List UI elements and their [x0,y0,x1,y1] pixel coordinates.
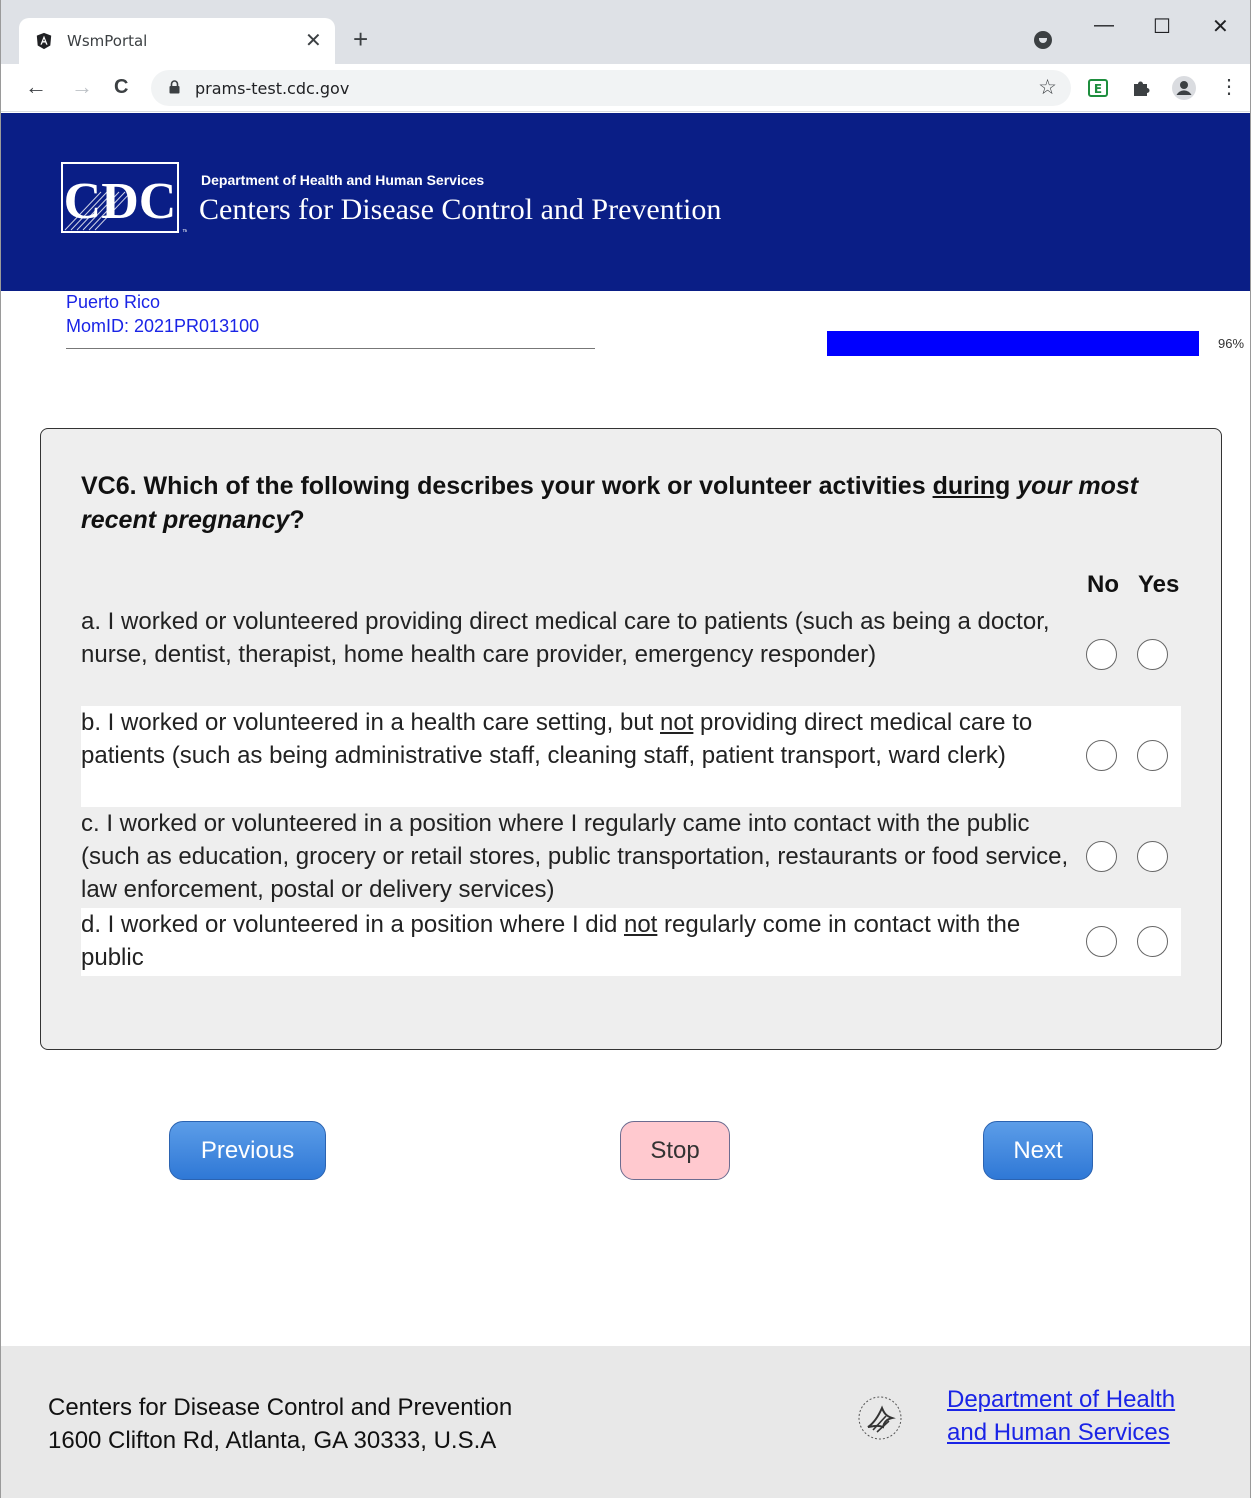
radio-c-no[interactable] [1086,841,1117,872]
profile-icon[interactable] [1171,75,1197,101]
svg-text:E: E [1094,82,1102,96]
cdc-banner: CDC ™ Department of Health and Human Ser… [1,113,1250,291]
tab-wsmportal[interactable]: WsmPortal ✕ [19,18,335,64]
state-name: Puerto Rico [66,292,161,312]
star-icon[interactable]: ☆ [1038,75,1057,100]
hhs-eagle-icon [858,1396,902,1440]
browser-window: WsmPortal ✕ + — ☐ ✕ ← → C prams-test.cdc… [0,0,1251,1498]
mom-id: MomID: 2021PR013100 [66,316,260,336]
answer-text-a: a. I worked or volunteered providing dir… [81,608,1050,668]
close-window-button[interactable]: ✕ [1212,14,1229,39]
footer-address: 1600 Clifton Rd, Atlanta, GA 30333, U.S.… [48,1427,497,1454]
address-bar[interactable]: prams-test.cdc.gov ☆ [151,70,1071,106]
column-header-yes: Yes [1138,571,1180,598]
answer-text-d: d. I worked or volunteered in a position… [81,911,1021,971]
lock-icon [169,80,180,94]
url-text: prams-test.cdc.gov [195,79,350,98]
cdc-logo: CDC ™ [61,162,187,236]
answer-row-a: a. I worked or volunteered providing dir… [81,605,1181,706]
tab-title: WsmPortal [67,32,148,50]
reload-button[interactable]: C [114,76,128,99]
progress-bar [827,331,1215,356]
cdc-logo-text: CDC [64,173,177,230]
question-end: ? [289,506,305,534]
hhs-link-line1[interactable]: Department of Health [947,1386,1175,1414]
tab-close-icon[interactable]: ✕ [305,28,322,53]
angular-favicon-icon [36,32,52,50]
dept-small-heading: Department of Health and Human Services [201,172,485,188]
question-lead: VC6. Which of the following describes yo… [81,472,926,500]
excel-extension-icon[interactable]: E [1088,78,1108,98]
radio-c-yes[interactable] [1137,841,1168,872]
browser-toolbar: ← → C prams-test.cdc.gov ☆ E ⋮ [1,64,1250,112]
progress-fill [827,331,1200,356]
radio-d-no[interactable] [1086,926,1117,957]
svg-text:™: ™ [182,229,187,236]
answer-row-c: c. I worked or volunteered in a position… [81,807,1181,908]
hhs-link-line2[interactable]: and Human Services [947,1419,1170,1447]
page-footer: Centers for Disease Control and Preventi… [1,1346,1250,1498]
answer-row-d: d. I worked or volunteered in a position… [81,908,1181,976]
maximize-button[interactable]: ☐ [1153,14,1171,39]
answer-row-b: b. I worked or volunteered in a health c… [81,706,1181,807]
radio-b-no[interactable] [1086,740,1117,771]
radio-a-yes[interactable] [1137,639,1168,670]
dept-big-heading: Centers for Disease Control and Preventi… [199,193,722,226]
question-underlined: during [932,472,1011,500]
back-button[interactable]: ← [25,74,47,100]
forward-button[interactable]: → [71,74,93,100]
question-card: VC6. Which of the following describes yo… [40,428,1222,1050]
radio-b-yes[interactable] [1137,740,1168,771]
progress-percent: 96% [1218,336,1245,351]
radio-a-no[interactable] [1086,639,1117,670]
radio-d-yes[interactable] [1137,926,1168,957]
column-header-no: No [1087,571,1119,598]
minimize-button[interactable]: — [1094,14,1114,37]
chrome-profile-icon[interactable] [1034,31,1052,49]
new-tab-button[interactable]: + [353,26,368,52]
previous-button[interactable]: Previous [169,1121,326,1180]
menu-dots-icon[interactable]: ⋮ [1219,74,1239,99]
answer-text-c: c. I worked or volunteered in a position… [81,810,1069,903]
tab-strip: WsmPortal ✕ + — ☐ ✕ [1,0,1250,64]
next-button[interactable]: Next [983,1121,1093,1180]
puzzle-icon[interactable] [1131,78,1151,98]
answer-text-b: b. I worked or volunteered in a health c… [81,709,1033,769]
info-divider [66,348,595,349]
question-text: VC6. Which of the following describes yo… [81,469,1161,537]
footer-org: Centers for Disease Control and Preventi… [48,1394,513,1421]
stop-button[interactable]: Stop [620,1121,730,1180]
